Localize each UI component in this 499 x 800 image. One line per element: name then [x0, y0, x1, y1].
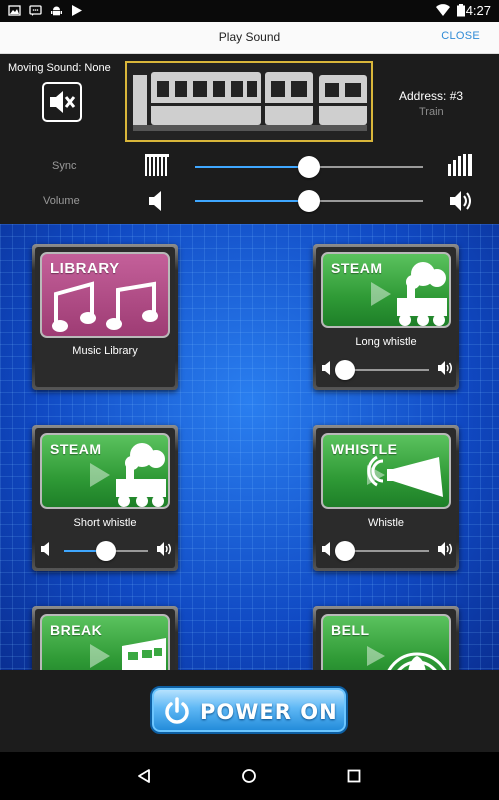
tile-volume-low-icon [41, 542, 49, 556]
tile-caption: Whistle [367, 517, 405, 529]
steam-locomotive-icon [371, 262, 447, 326]
status-bar: 4:27 [0, 0, 499, 22]
break-image: BREAK [40, 614, 170, 670]
home-icon[interactable] [241, 768, 257, 784]
navigation-bar [0, 752, 499, 800]
address-type-label: Train [419, 106, 444, 118]
volume-label: Volume [43, 195, 80, 207]
back-icon[interactable] [136, 768, 152, 784]
gallery-icon [8, 5, 21, 16]
tile-image-label: LIBRARY [50, 260, 120, 277]
tile-volume-high-icon [157, 542, 171, 556]
volume-slider-fill [195, 200, 309, 202]
sync-label: Sync [52, 160, 77, 172]
tile-volume-low-icon [322, 361, 330, 375]
moving-sound-label: Moving Sound: None [8, 62, 111, 74]
tile-volume-slider[interactable] [335, 541, 429, 561]
train-image [125, 61, 373, 142]
title-bar: Play Sound CLOSE [0, 22, 499, 54]
tile-volume-high-icon [438, 361, 452, 375]
tile-slider-thumb[interactable] [335, 541, 355, 561]
tile-volume-low-icon [322, 542, 330, 556]
control-panel: Moving Sound: None Address: #3 Train Syn… [0, 54, 499, 224]
tile-volume-high-icon [438, 542, 452, 556]
volume-low-icon [149, 191, 161, 211]
tile-volume-slider[interactable] [335, 360, 429, 380]
close-button[interactable]: CLOSE [441, 30, 480, 42]
sound-tile-short-whistle[interactable]: STEAM Short whistle [32, 425, 178, 571]
tile-slider-thumb[interactable] [96, 541, 116, 561]
library-image: LIBRARY [40, 252, 170, 338]
steam-locomotive-icon [90, 443, 166, 507]
tile-slider-thumb[interactable] [335, 360, 355, 380]
recents-icon[interactable] [347, 769, 361, 783]
sound-tile-bell[interactable]: BELL [313, 606, 459, 670]
whistle-image: WHISTLE [321, 433, 451, 509]
android-debug-icon [51, 6, 62, 16]
whistle-horn-icon [367, 455, 443, 497]
sound-tile-long-whistle[interactable]: STEAM Long whistle [313, 244, 459, 390]
address-label: Address: #3 [399, 89, 464, 103]
sync-low-icon [145, 154, 169, 176]
power-icon [165, 697, 189, 724]
sound-tile-music-library[interactable]: LIBRARY Music Library [32, 244, 178, 390]
sync-slider[interactable] [195, 156, 423, 178]
sound-grid: LIBRARY Music Library STEAM Long whistle… [0, 224, 499, 670]
volume-high-icon [450, 191, 471, 211]
power-on-button[interactable]: POWER ON [150, 686, 348, 734]
sync-slider-fill [195, 166, 309, 168]
tile-caption: Short whistle [73, 517, 137, 529]
volume-slider-thumb[interactable] [298, 190, 320, 212]
battery-icon [457, 4, 465, 17]
sync-slider-thumb[interactable] [298, 156, 320, 178]
message-icon [29, 5, 42, 16]
play-store-icon [72, 5, 82, 16]
sound-tile-whistle[interactable]: WHISTLE Whistle [313, 425, 459, 571]
power-label: POWER ON [200, 700, 338, 724]
bell-icon [367, 646, 447, 670]
steam-image: STEAM [321, 252, 451, 328]
page-title: Play Sound [218, 30, 281, 44]
volume-slider[interactable] [195, 190, 423, 212]
play-sound-screen: 4:27 Play Sound CLOSE Moving Sound: None [0, 0, 499, 800]
sound-tile-break[interactable]: BREAK [32, 606, 178, 670]
train-icon [133, 72, 367, 131]
mute-button[interactable] [42, 82, 82, 122]
steam-image: STEAM [40, 433, 170, 509]
wifi-icon [436, 4, 450, 17]
bottom-bar: POWER ON [0, 670, 499, 752]
tile-caption: Long whistle [355, 336, 417, 348]
status-time: 4:27 [465, 3, 491, 18]
sync-high-icon [448, 154, 472, 176]
speaker-mute-icon [50, 91, 76, 113]
music-notes-icon [52, 281, 158, 332]
brake-car-icon [90, 638, 166, 670]
tile-volume-slider[interactable] [64, 541, 148, 561]
tile-caption: Music Library [72, 345, 138, 357]
bell-image: BELL [321, 614, 451, 670]
